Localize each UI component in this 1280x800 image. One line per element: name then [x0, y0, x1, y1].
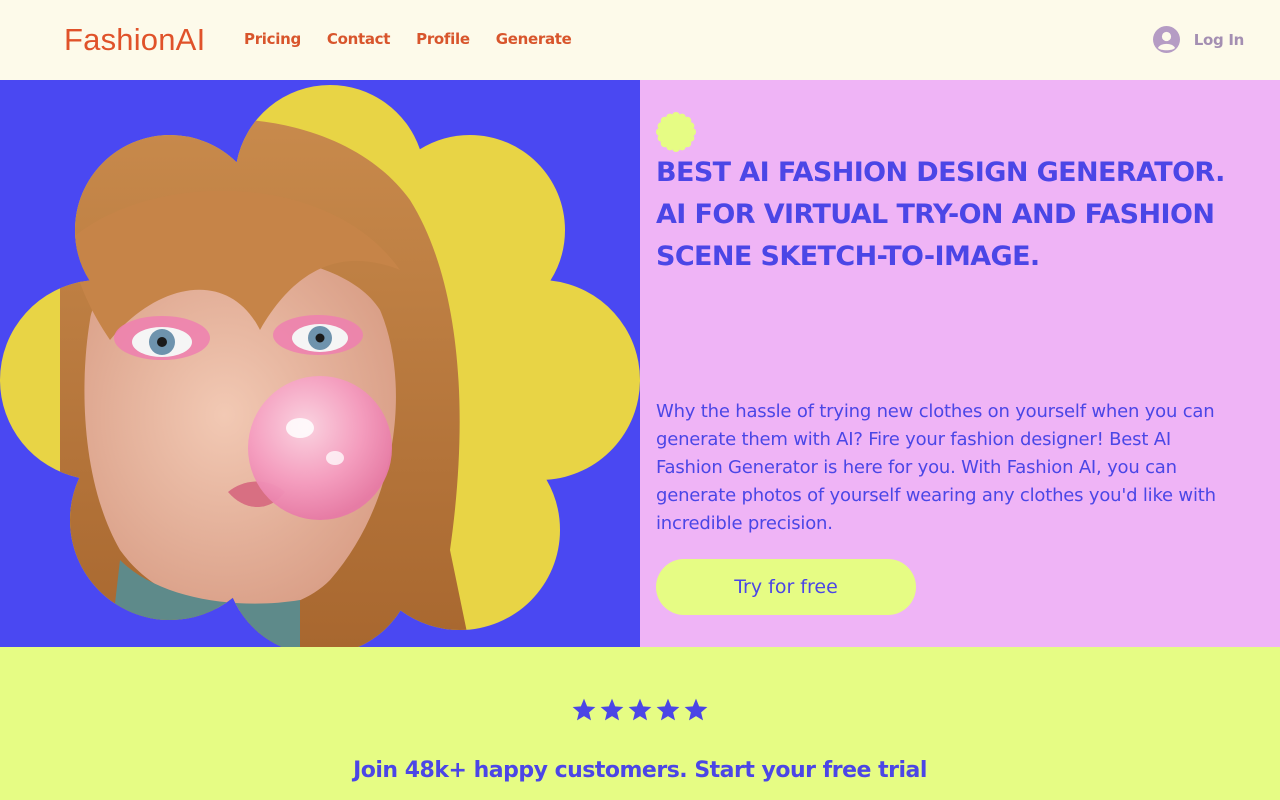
user-avatar-icon [1152, 26, 1180, 53]
login-button[interactable]: Log In [1152, 26, 1245, 53]
hero-portrait-image [0, 85, 640, 647]
nav-link-profile[interactable]: Profile [416, 30, 470, 48]
nav-link-pricing[interactable]: Pricing [244, 30, 301, 48]
sun-flower-icon [656, 112, 696, 152]
login-label: Log In [1193, 30, 1245, 49]
try-for-free-button[interactable]: Try for free [656, 559, 916, 615]
star-icon [628, 698, 652, 721]
star-icon [656, 698, 680, 721]
main-nav: Pricing Contact Profile Generate [244, 30, 598, 48]
nav-link-generate[interactable]: Generate [496, 30, 572, 48]
rating-stars [571, 697, 709, 723]
hero-content-panel: BEST AI FASHION DESIGN GENERATOR. AI FOR… [640, 80, 1280, 647]
reviews-tagline: Join 48k+ happy customers. Start your fr… [353, 758, 927, 783]
nav-link-contact[interactable]: Contact [327, 30, 391, 48]
star-icon [572, 698, 596, 721]
star-icon [684, 698, 708, 721]
hero-headline: BEST AI FASHION DESIGN GENERATOR. AI FOR… [656, 157, 1225, 272]
hero-description: Why the hassle of trying new clothes on … [656, 401, 1216, 534]
hero-image-panel [0, 80, 640, 647]
reviews-section: Join 48k+ happy customers. Start your fr… [0, 647, 1280, 800]
site-logo[interactable]: FashionAI [64, 22, 205, 58]
star-icon [600, 698, 624, 721]
site-header: FashionAI Pricing Contact Profile Genera… [0, 0, 1280, 80]
